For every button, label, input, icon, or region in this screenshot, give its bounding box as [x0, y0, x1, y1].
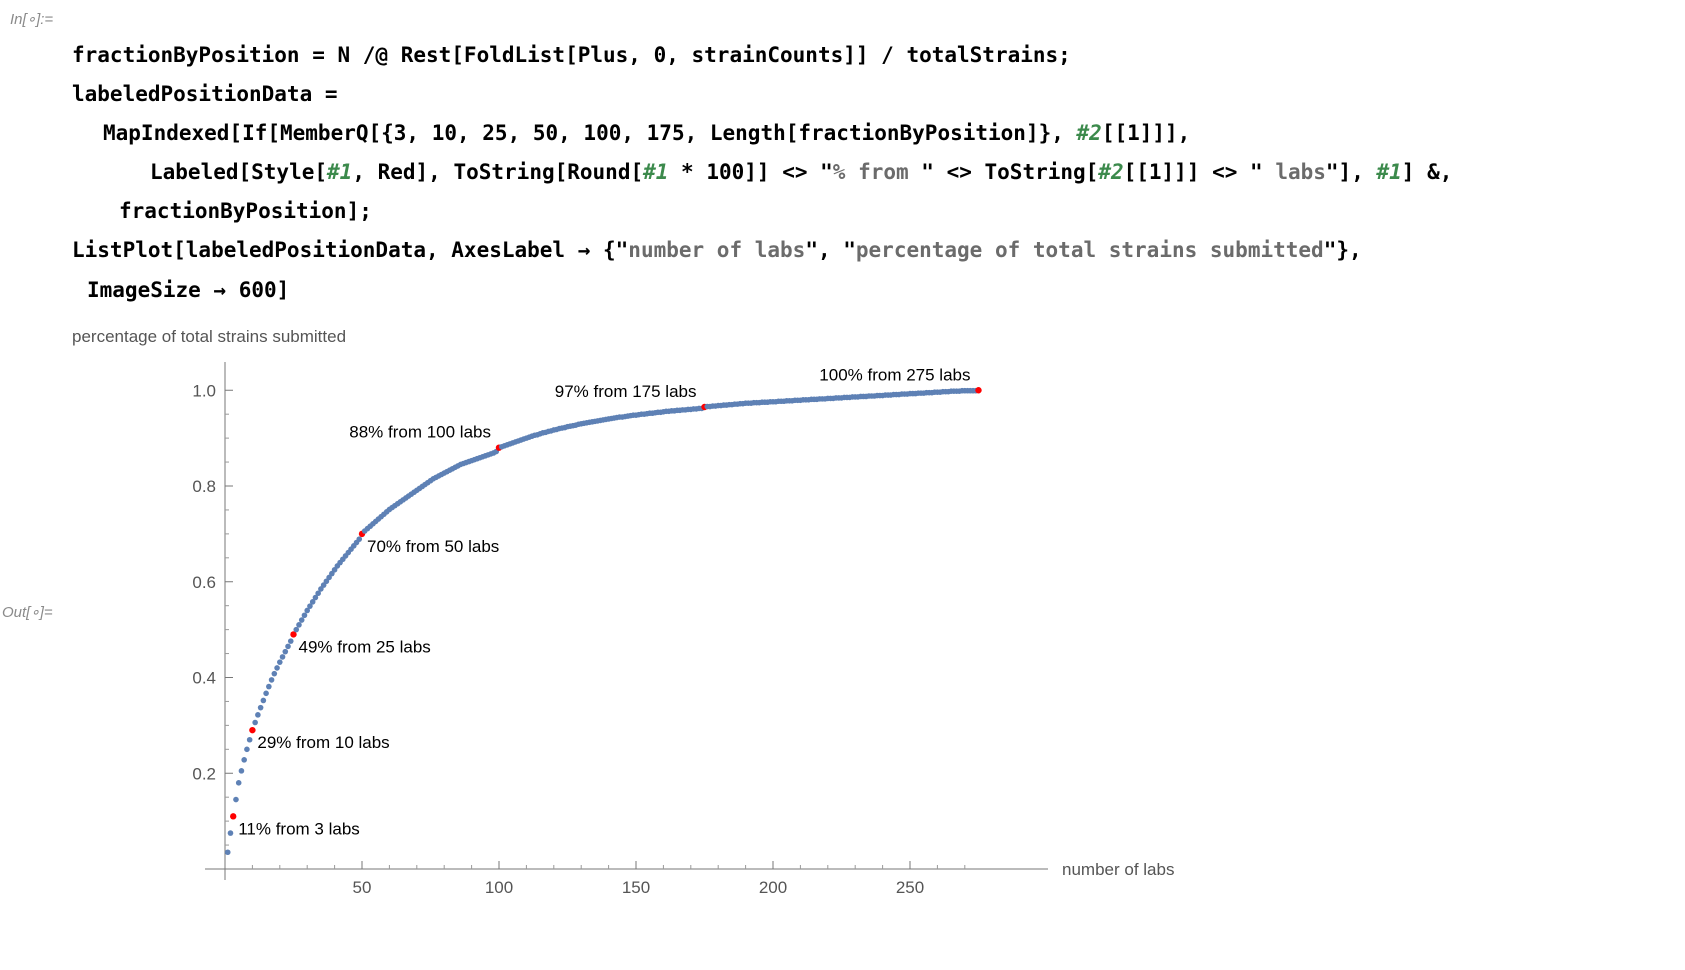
data-point — [268, 677, 275, 683]
data-point — [238, 768, 245, 774]
data-point — [252, 719, 258, 726]
data-point — [224, 849, 231, 856]
x-tick-label: 200 — [759, 878, 787, 897]
data-point — [279, 654, 286, 660]
point-label: 88% from 100 labs — [349, 423, 491, 442]
point-label: 97% from 175 labs — [555, 382, 697, 401]
data-point — [227, 830, 234, 836]
y-axis-label: percentage of total strains submitted — [72, 327, 346, 346]
data-point — [356, 536, 363, 542]
data-point — [263, 690, 269, 697]
y-tick-label: 0.8 — [192, 477, 216, 496]
data-point — [296, 622, 302, 628]
data-point — [255, 712, 261, 718]
y-tick-label: 0.2 — [192, 764, 216, 783]
point-label: 29% from 10 labs — [257, 733, 389, 752]
point-label: 70% from 50 labs — [367, 537, 499, 556]
x-tick-label: 100 — [485, 878, 513, 897]
x-tick-label: 150 — [622, 878, 650, 897]
data-point — [260, 697, 267, 704]
x-axis-label: number of labs — [1062, 860, 1174, 879]
y-tick-label: 1.0 — [192, 381, 216, 400]
data-point — [257, 704, 264, 711]
data-point — [274, 665, 280, 671]
highlighted-data-point — [230, 813, 237, 820]
data-point — [235, 780, 242, 786]
highlighted-data-point — [249, 726, 256, 734]
highlighted-data-point — [975, 387, 982, 394]
data-point — [266, 683, 272, 690]
point-label: 11% from 3 labs — [238, 819, 360, 838]
x-tick-label: 250 — [896, 878, 924, 897]
point-label: 100% from 275 labs — [819, 365, 970, 384]
data-point — [301, 612, 308, 619]
data-point — [271, 670, 278, 677]
data-point — [282, 648, 289, 655]
data-point — [246, 736, 253, 743]
data-point — [285, 643, 291, 650]
data-point — [244, 746, 250, 753]
data-point — [287, 638, 294, 644]
data-point — [241, 757, 247, 763]
x-tick-label: 50 — [353, 878, 372, 897]
data-point — [233, 796, 239, 803]
list-plot: 50 100 150 200 250 0.2 0.4 0.6 0.8 1.0 percentage… — [72, 327, 1174, 897]
data-point — [298, 617, 305, 623]
data-point — [277, 659, 283, 665]
data-point — [293, 626, 300, 633]
point-label: 49% from 25 labs — [299, 637, 431, 656]
y-tick-label: 0.4 — [192, 669, 216, 688]
y-tick-label: 0.6 — [192, 573, 216, 592]
